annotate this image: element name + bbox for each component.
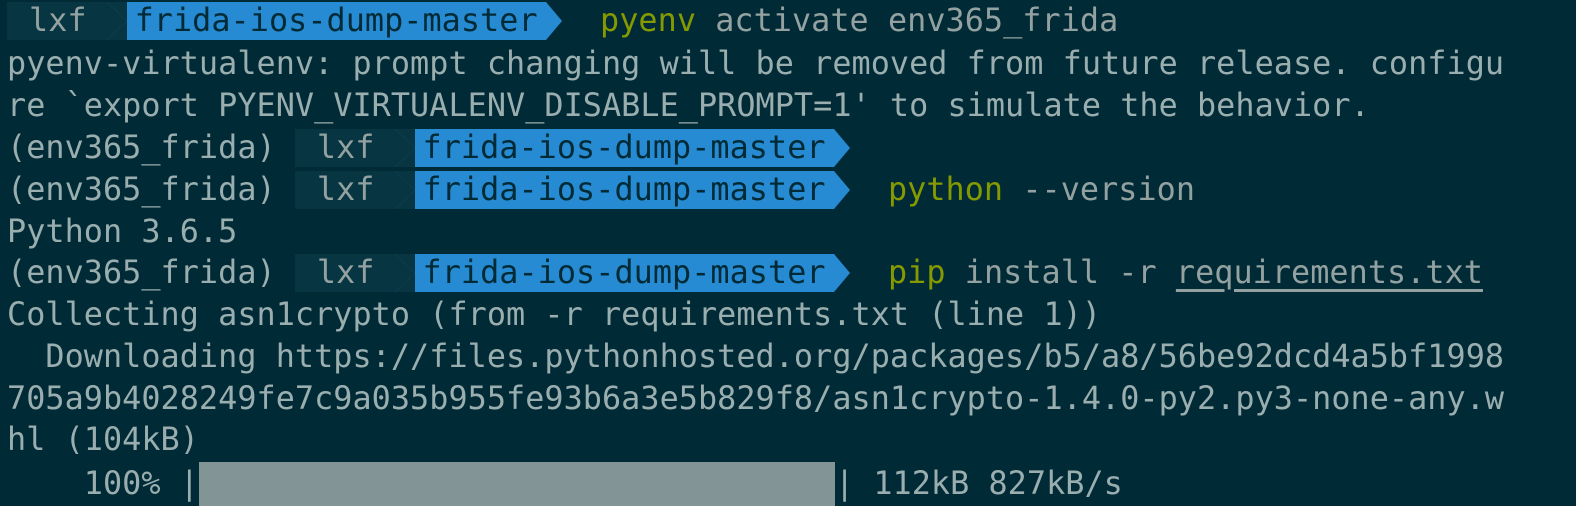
prompt-dir-segment: frida-ios-dump-master	[394, 129, 834, 167]
file-link[interactable]: requirements.txt	[1176, 254, 1483, 291]
prompt-separator-icon	[394, 171, 415, 209]
progress-bar	[198, 462, 835, 506]
command-name: python	[887, 171, 1004, 208]
terminal-line: lxf frida-ios-dump-master pyenv activate …	[7, 0, 1118, 42]
prompt-dir: frida-ios-dump-master	[422, 254, 826, 291]
prompt-venv: (env365_frida)	[7, 171, 276, 208]
prompt-user-segment: lxf	[294, 254, 397, 292]
prompt-user: lxf	[316, 129, 375, 166]
terminal-line: re `export PYENV_VIRTUALENV_DISABLE_PROM…	[7, 87, 1370, 124]
prompt-venv: (env365_frida)	[7, 129, 276, 166]
terminal-line: (env365_frida) lxf frida-ios-dump-master …	[7, 169, 1195, 211]
command-args: --version	[1003, 171, 1196, 208]
prompt-arrow-icon	[833, 254, 850, 292]
download-progress: 100% | | 112kB 827kB/s	[7, 462, 1123, 506]
command-name: pyenv	[600, 2, 697, 39]
prompt-dir: frida-ios-dump-master	[422, 171, 826, 208]
prompt-user: lxf	[316, 171, 375, 208]
terminal-line: (env365_frida) lxf frida-ios-dump-master	[7, 127, 850, 169]
command-args: activate env365_frida	[696, 2, 1119, 39]
prompt-user-segment: lxf	[294, 171, 397, 209]
prompt-dir-segment: frida-ios-dump-master	[394, 254, 834, 292]
progress-stats: | 112kB 827kB/s	[834, 465, 1123, 502]
prompt-user: lxf	[316, 254, 375, 291]
prompt-separator-icon	[394, 254, 415, 292]
terminal-line: (env365_frida) lxf frida-ios-dump-master …	[7, 252, 1483, 294]
prompt-dir: frida-ios-dump-master	[422, 129, 826, 166]
terminal-line: Collecting asn1crypto (from -r requireme…	[7, 296, 1102, 333]
prompt-dir-segment: frida-ios-dump-master	[394, 171, 834, 209]
prompt-arrow-icon	[833, 171, 850, 209]
prompt-dir: frida-ios-dump-master	[134, 2, 538, 39]
prompt-venv: (env365_frida)	[7, 254, 276, 291]
terminal-window[interactable]: lxf frida-ios-dump-master pyenv activate …	[0, 0, 1576, 506]
prompt-arrow-icon	[545, 2, 562, 40]
terminal-line: Downloading https://files.pythonhosted.o…	[7, 338, 1505, 375]
terminal-line: 705a9b4028249fe7c9a035b955fe93b6a3e5b829…	[7, 380, 1505, 417]
prompt-separator-icon	[106, 2, 127, 40]
terminal-line: hl (104kB)	[7, 421, 199, 458]
prompt-separator-icon	[394, 129, 415, 167]
terminal-line: Python 3.6.5	[7, 213, 238, 250]
command-args: install -r	[945, 254, 1176, 291]
prompt-arrow-icon	[833, 129, 850, 167]
command-name: pip	[887, 254, 946, 291]
prompt-user: lxf	[29, 2, 87, 39]
prompt-user-segment: lxf	[294, 129, 397, 167]
progress-percent: 100% |	[7, 465, 199, 502]
terminal-line: pyenv-virtualenv: prompt changing will b…	[7, 45, 1505, 82]
prompt-user-segment: lxf	[7, 2, 109, 40]
prompt-dir-segment: frida-ios-dump-master	[106, 2, 546, 40]
